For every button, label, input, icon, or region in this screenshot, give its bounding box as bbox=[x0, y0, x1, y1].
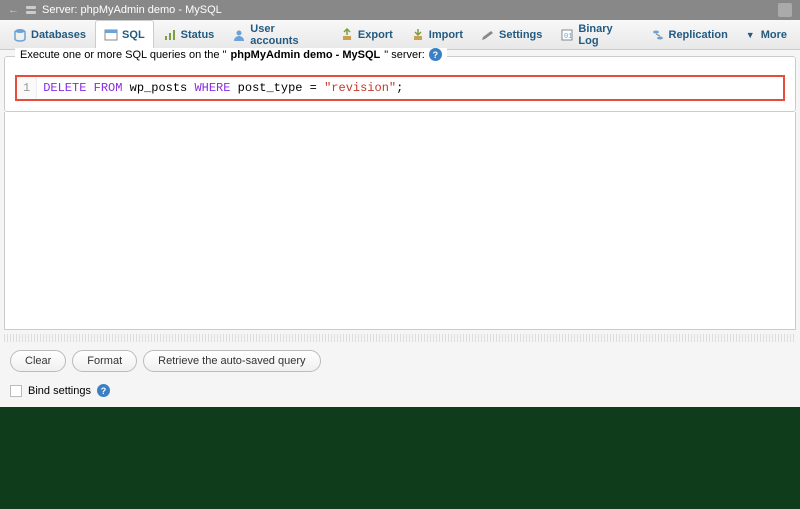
sql-code-line[interactable]: DELETE FROM wp_posts WHERE post_type = "… bbox=[37, 77, 409, 99]
settings-icon bbox=[481, 28, 495, 42]
legend-suffix: " server: bbox=[384, 49, 425, 61]
resize-handle[interactable] bbox=[4, 334, 796, 342]
sql-fieldset: Execute one or more SQL queries on the "… bbox=[4, 56, 796, 112]
tab-label: Binary Log bbox=[578, 23, 632, 47]
more-caret-icon: ▼ bbox=[746, 30, 755, 40]
tab-label: Replication bbox=[669, 29, 728, 41]
tab-label: SQL bbox=[122, 29, 145, 41]
sql-keyword: WHERE bbox=[194, 81, 230, 95]
status-icon bbox=[163, 28, 177, 42]
sql-icon bbox=[104, 28, 118, 42]
svg-text:01: 01 bbox=[564, 33, 572, 41]
breadcrumb-chevron-icon: ← bbox=[8, 4, 19, 16]
import-icon bbox=[411, 28, 425, 42]
legend-server: phpMyAdmin demo - MySQL bbox=[231, 49, 381, 61]
tab-export[interactable]: Export bbox=[331, 20, 402, 49]
bind-settings-label: Bind settings bbox=[28, 385, 91, 397]
sql-column: post_type = bbox=[230, 81, 324, 95]
help-icon[interactable]: ? bbox=[97, 384, 110, 397]
users-icon bbox=[232, 28, 246, 42]
binlog-icon: 01 bbox=[560, 28, 574, 42]
sql-editor[interactable]: 1 DELETE FROM wp_posts WHERE post_type =… bbox=[15, 75, 785, 101]
tab-label: User accounts bbox=[250, 23, 322, 47]
server-icon bbox=[24, 3, 38, 17]
footer-area bbox=[0, 407, 800, 509]
button-row: Clear Format Retrieve the auto-saved que… bbox=[0, 342, 800, 380]
bind-settings-row: Bind settings ? bbox=[0, 380, 800, 407]
editor-whitespace[interactable] bbox=[4, 112, 796, 330]
tab-databases[interactable]: Databases bbox=[4, 20, 95, 49]
sql-keyword: DELETE bbox=[43, 81, 86, 95]
tab-replication[interactable]: Replication bbox=[642, 20, 737, 49]
bind-settings-checkbox[interactable] bbox=[10, 385, 22, 397]
help-icon[interactable]: ? bbox=[429, 48, 442, 61]
sql-keyword: FROM bbox=[94, 81, 123, 95]
format-button[interactable]: Format bbox=[72, 350, 137, 372]
tab-label: Status bbox=[181, 29, 215, 41]
tab-bar: Databases SQL Status User accounts Expor… bbox=[0, 20, 800, 50]
replication-icon bbox=[651, 28, 665, 42]
tab-sql[interactable]: SQL bbox=[95, 20, 154, 50]
fieldset-legend: Execute one or more SQL queries on the "… bbox=[15, 48, 447, 61]
clear-button[interactable]: Clear bbox=[10, 350, 66, 372]
legend-prefix: Execute one or more SQL queries on the " bbox=[20, 49, 227, 61]
tab-settings[interactable]: Settings bbox=[472, 20, 551, 49]
sql-panel: Execute one or more SQL queries on the "… bbox=[4, 56, 796, 112]
retrieve-autosaved-button[interactable]: Retrieve the auto-saved query bbox=[143, 350, 320, 372]
tab-binary-log[interactable]: 01 Binary Log bbox=[551, 20, 641, 49]
panel-toggle-icon[interactable] bbox=[778, 3, 792, 17]
line-number-gutter: 1 bbox=[17, 77, 37, 99]
sql-table: wp_posts bbox=[122, 81, 194, 95]
sql-string: "revision" bbox=[324, 81, 396, 95]
tab-user-accounts[interactable]: User accounts bbox=[223, 20, 331, 49]
line-number: 1 bbox=[23, 81, 30, 95]
tab-label: Export bbox=[358, 29, 393, 41]
tab-more[interactable]: ▼ More bbox=[737, 20, 796, 49]
database-icon bbox=[13, 28, 27, 42]
breadcrumb-bar: ← Server: phpMyAdmin demo - MySQL bbox=[0, 0, 800, 20]
breadcrumb-server[interactable]: phpMyAdmin demo - MySQL bbox=[81, 4, 222, 16]
tab-import[interactable]: Import bbox=[402, 20, 472, 49]
tab-label: More bbox=[761, 29, 787, 41]
export-icon bbox=[340, 28, 354, 42]
tab-label: Settings bbox=[499, 29, 542, 41]
tab-label: Databases bbox=[31, 29, 86, 41]
tab-status[interactable]: Status bbox=[154, 20, 224, 49]
sql-terminator: ; bbox=[396, 81, 403, 95]
breadcrumb-prefix: Server: bbox=[42, 4, 77, 16]
tab-label: Import bbox=[429, 29, 463, 41]
